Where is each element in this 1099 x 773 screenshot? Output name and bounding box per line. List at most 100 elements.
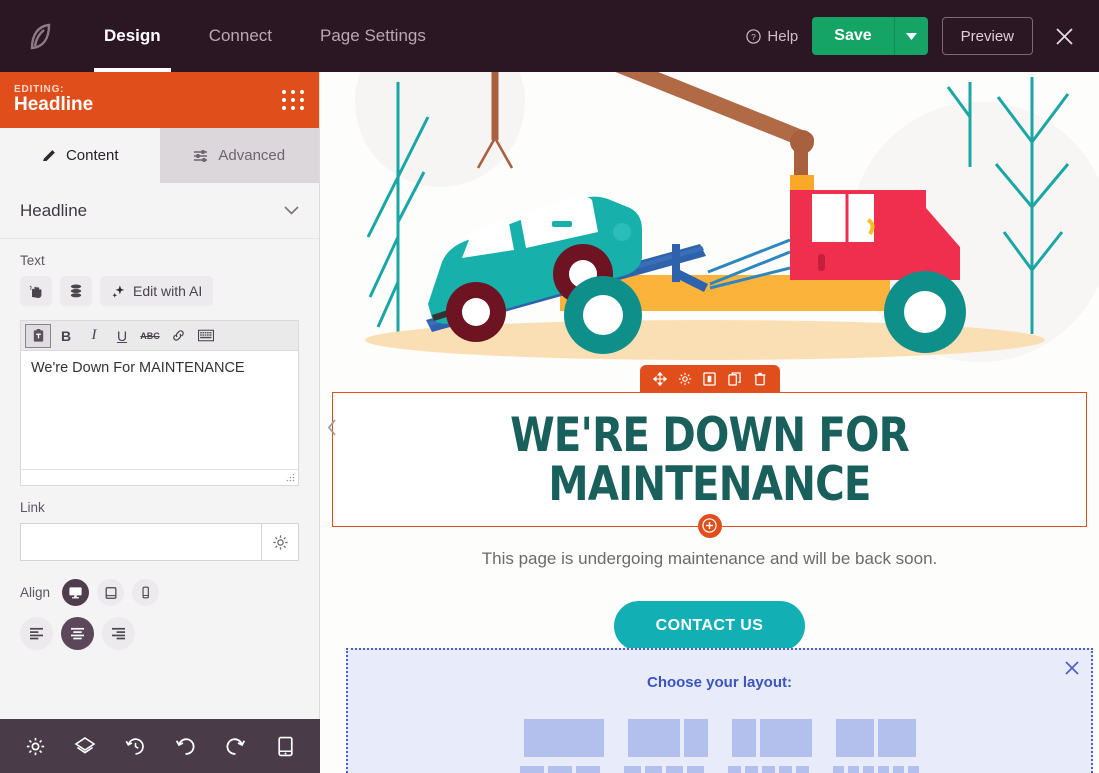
close-icon xyxy=(1065,661,1079,675)
undo-button[interactable] xyxy=(170,731,200,761)
layout-row xyxy=(348,719,1091,757)
app-logo[interactable] xyxy=(0,19,80,53)
close-layout-picker-button[interactable] xyxy=(1065,660,1079,680)
settings-sidebar: EDITING: Headline Content Advanced Headl… xyxy=(0,72,320,773)
preview-label: Preview xyxy=(960,27,1014,45)
nav-tab-connect-label: Connect xyxy=(208,26,273,45)
editing-title-group: EDITING: Headline xyxy=(14,84,93,116)
layout-row xyxy=(348,766,1091,773)
history-icon xyxy=(125,737,144,755)
strikethrough-button[interactable]: ABC xyxy=(137,324,163,348)
gear-icon xyxy=(678,372,691,386)
rte-toolbar: B I U ABC xyxy=(21,321,298,351)
layers-button[interactable] xyxy=(70,731,100,761)
nav-tab-connect[interactable]: Connect xyxy=(185,0,296,72)
align-right-button[interactable] xyxy=(102,617,135,650)
headline-module[interactable]: WE'RE DOWN FOR MAINTENANCE xyxy=(332,365,1087,538)
italic-button[interactable]: I xyxy=(81,324,107,348)
device-tablet-button[interactable] xyxy=(97,579,125,606)
mobile-preview-icon xyxy=(277,736,293,756)
resize-grip-icon[interactable] xyxy=(286,473,295,482)
headline-text: WE'RE DOWN FOR MAINTENANCE xyxy=(510,408,910,513)
panel-tab-list: Content Advanced xyxy=(0,128,319,183)
edit-with-ai-button[interactable]: Edit with AI xyxy=(100,276,214,306)
close-icon xyxy=(1055,27,1073,45)
link-field-group: Link xyxy=(0,486,319,561)
redo-button[interactable] xyxy=(220,731,250,761)
sparkles-icon xyxy=(112,284,125,298)
save-button-group: Save xyxy=(812,17,928,55)
layout-option-5col[interactable] xyxy=(728,766,809,773)
bold-glyph: B xyxy=(60,327,72,344)
nav-tab-list: Design Connect Page Settings xyxy=(80,0,450,72)
contact-us-button[interactable]: CONTACT US xyxy=(613,600,806,651)
editing-module-name: Headline xyxy=(14,94,94,116)
nav-tab-page-settings[interactable]: Page Settings xyxy=(296,0,450,72)
layout-option-2col-equal[interactable] xyxy=(835,719,916,757)
device-mobile-button[interactable] xyxy=(132,579,160,606)
grip-dots-icon[interactable] xyxy=(282,90,305,110)
delete-module-button[interactable] xyxy=(750,369,770,389)
text-field-group: Text Edit with AI B I U ABC We're Down F… xyxy=(0,239,319,486)
desktop-icon xyxy=(69,587,82,599)
nav-tab-page-settings-label: Page Settings xyxy=(320,26,426,45)
rte-footer xyxy=(21,469,298,485)
duplicate-module-button[interactable] xyxy=(725,369,745,389)
link-settings-button[interactable] xyxy=(261,523,299,561)
floppy-disk-icon xyxy=(703,372,716,386)
top-navigation-bar: Design Connect Page Settings ? Help Save xyxy=(0,0,1099,72)
dynamic-content-button[interactable] xyxy=(20,276,52,306)
close-builder-button[interactable] xyxy=(1047,19,1081,53)
save-dropdown-button[interactable] xyxy=(893,17,928,55)
align-center-button[interactable] xyxy=(61,617,94,650)
layout-option-2col-narrow-wide[interactable] xyxy=(731,719,812,757)
layout-option-3col[interactable] xyxy=(520,766,600,773)
copy-icon xyxy=(728,372,741,386)
headline-box[interactable]: WE'RE DOWN FOR MAINTENANCE xyxy=(332,392,1087,538)
edit-with-ai-label: Edit with AI xyxy=(133,283,203,299)
insert-link-button[interactable] xyxy=(165,324,191,348)
tab-advanced[interactable]: Advanced xyxy=(159,128,319,183)
add-module-button[interactable] xyxy=(697,513,722,538)
help-button[interactable]: ? Help xyxy=(746,28,798,45)
move-module-button[interactable] xyxy=(650,369,670,389)
device-desktop-button[interactable] xyxy=(62,579,90,606)
responsive-preview-button[interactable] xyxy=(270,731,300,761)
underline-button[interactable]: U xyxy=(109,324,135,348)
underline-glyph: U xyxy=(116,327,128,344)
layout-option-2col-wide-narrow[interactable] xyxy=(627,719,708,757)
paste-button[interactable] xyxy=(25,323,51,348)
save-module-button[interactable] xyxy=(700,369,720,389)
bold-button[interactable]: B xyxy=(53,324,79,348)
revision-history-button[interactable] xyxy=(120,731,150,761)
svg-text:?: ? xyxy=(752,31,757,41)
layout-option-4col[interactable] xyxy=(624,766,704,773)
layout-option-1col[interactable] xyxy=(523,719,604,757)
layout-option-6col[interactable] xyxy=(833,766,919,773)
tab-content[interactable]: Content xyxy=(0,128,160,183)
source-code-button[interactable] xyxy=(193,324,219,348)
headline-text-input[interactable]: We're Down For MAINTENANCE xyxy=(21,351,298,469)
magic-hand-icon xyxy=(29,285,42,298)
module-settings-button[interactable] xyxy=(675,369,695,389)
align-label: Align xyxy=(20,585,51,600)
global-settings-button[interactable] xyxy=(20,731,50,761)
preview-button[interactable]: Preview xyxy=(941,17,1033,55)
mobile-icon xyxy=(142,586,149,599)
database-field-button[interactable] xyxy=(60,276,92,306)
align-left-button[interactable] xyxy=(20,617,53,650)
save-button[interactable]: Save xyxy=(812,17,894,55)
strikethrough-glyph: ABC xyxy=(140,330,160,341)
italic-glyph: I xyxy=(91,327,97,343)
link-input[interactable] xyxy=(20,523,261,561)
nav-tab-design[interactable]: Design xyxy=(80,0,185,72)
tab-content-label: Content xyxy=(65,147,119,164)
section-headline-header[interactable]: Headline xyxy=(0,183,319,239)
gear-icon xyxy=(26,737,44,755)
plus-circle-icon xyxy=(702,518,717,533)
page-canvas: WE'RE DOWN FOR MAINTENANCE This page is … xyxy=(320,72,1099,773)
tow-truck-lifting-car-illustration xyxy=(320,72,1099,392)
hero-illustration xyxy=(320,72,1099,392)
subheadline-text[interactable]: This page is undergoing maintenance and … xyxy=(320,549,1099,569)
collapse-sidebar-handle[interactable] xyxy=(321,412,343,442)
